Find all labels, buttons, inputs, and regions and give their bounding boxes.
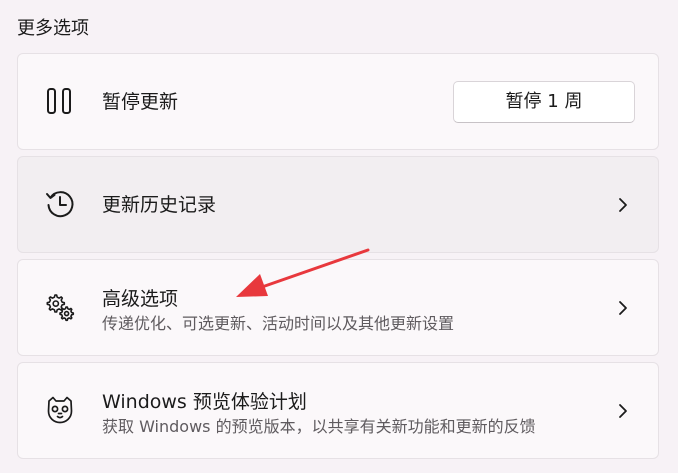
pause-updates-card: 暂停更新 暂停 1 周: [17, 53, 659, 150]
advanced-options-card[interactable]: 高级选项 传递优化、可选更新、活动时间以及其他更新设置: [17, 259, 659, 356]
insider-cat-icon: [43, 393, 77, 427]
insider-program-description: 获取 Windows 的预览版本，以共享有关新功能和更新的反馈: [102, 417, 536, 436]
chevron-right-icon: [614, 193, 632, 217]
history-icon: [43, 187, 77, 221]
insider-program-card[interactable]: Windows 预览体验计划 获取 Windows 的预览版本，以共享有关新功能…: [17, 362, 659, 459]
gears-icon: [43, 290, 77, 324]
pause-one-week-button[interactable]: 暂停 1 周: [453, 81, 635, 123]
chevron-right-icon: [614, 399, 632, 423]
insider-program-label: Windows 预览体验计划: [102, 391, 307, 413]
update-history-label: 更新历史记录: [102, 194, 217, 216]
pause-updates-label: 暂停更新: [102, 91, 179, 113]
chevron-right-icon: [614, 296, 632, 320]
advanced-options-label: 高级选项: [102, 288, 179, 310]
advanced-options-description: 传递优化、可选更新、活动时间以及其他更新设置: [102, 314, 455, 333]
section-title: 更多选项: [17, 18, 89, 39]
pause-icon: [43, 84, 77, 118]
update-history-card[interactable]: 更新历史记录: [17, 156, 659, 253]
